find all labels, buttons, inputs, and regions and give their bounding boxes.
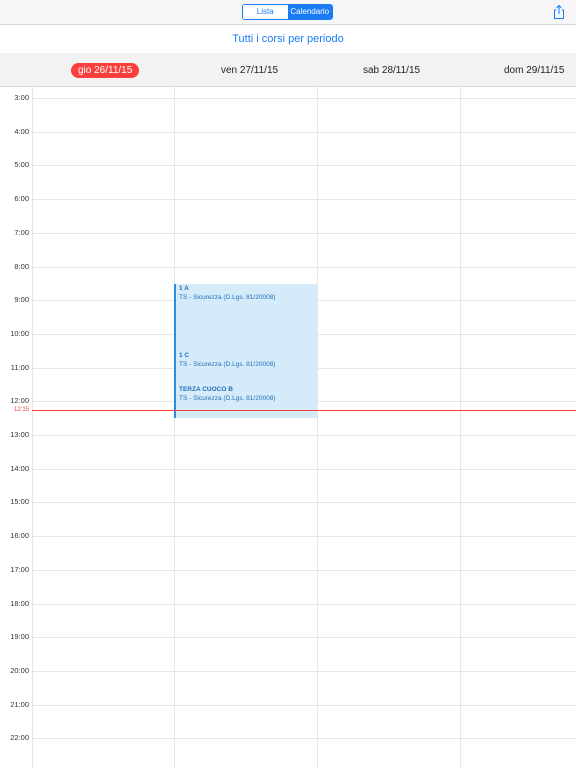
event-title: 1 C [179, 352, 190, 359]
view-segmented-control: Lista Calendario [242, 4, 333, 20]
course-event-block[interactable]: 1 A TS - Sicurezza (D.Lgs. 81/20008) 1 C… [174, 284, 317, 418]
hour-gridline [32, 637, 576, 638]
event-subtitle: TS - Sicurezza (D.Lgs. 81/20008) [179, 395, 276, 402]
hour-gridline [32, 469, 576, 470]
hour-gridline [32, 267, 576, 268]
hour-label: 20:00 [10, 666, 29, 675]
event-subtitle: TS - Sicurezza (D.Lgs. 81/20008) [179, 361, 276, 368]
hour-label: 18:00 [10, 599, 29, 608]
hour-label: 11:00 [10, 363, 29, 372]
hour-label: 22:00 [10, 733, 29, 742]
hour-label: 4:00 [14, 127, 29, 136]
hour-label: 8:00 [14, 262, 29, 271]
calendar-grid[interactable]: 1 A TS - Sicurezza (D.Lgs. 81/20008) 1 C… [0, 87, 576, 768]
hour-label: 7:00 [14, 228, 29, 237]
share-icon[interactable] [551, 4, 567, 20]
hour-gridline [32, 738, 576, 739]
event-title: 1 A [179, 285, 189, 292]
event-item[interactable]: 1 A TS - Sicurezza (D.Lgs. 81/20008) [179, 284, 275, 302]
hour-label: 13:00 [10, 430, 29, 439]
hour-gridline [32, 671, 576, 672]
column-divider [317, 87, 318, 768]
column-divider [32, 87, 33, 768]
hour-label: 21:00 [10, 700, 29, 709]
hour-gridline [32, 536, 576, 537]
hour-label: 15:00 [10, 497, 29, 506]
hour-label: 16:00 [10, 531, 29, 540]
page-title: Tutti i corsi per periodo [0, 25, 576, 53]
hour-gridline [32, 502, 576, 503]
column-divider [460, 87, 461, 768]
hour-label: 12:00 [10, 396, 29, 405]
hour-gridline [32, 132, 576, 133]
hour-gridline [32, 165, 576, 166]
hour-label: 17:00 [10, 565, 29, 574]
hour-label: 5:00 [14, 160, 29, 169]
hour-label: 14:00 [10, 464, 29, 473]
hour-gridline [32, 233, 576, 234]
navigation-bar: Lista Calendario [0, 0, 576, 25]
day-label[interactable]: dom 29/11/15 [504, 63, 564, 78]
segment-calendario[interactable]: Calendario [287, 5, 332, 19]
day-label-today[interactable]: gio 26/11/15 [71, 63, 140, 78]
hour-gridline [32, 570, 576, 571]
hour-label: 19:00 [10, 632, 29, 641]
day-label[interactable]: ven 27/11/15 [221, 63, 278, 78]
event-item[interactable]: TERZA CUOCO B TS - Sicurezza (D.Lgs. 81/… [179, 385, 275, 403]
event-title: TERZA CUOCO B [179, 386, 233, 393]
day-label[interactable]: sab 28/11/15 [363, 63, 420, 78]
column-divider [174, 87, 175, 768]
hour-label: 6:00 [14, 194, 29, 203]
hour-label: 10:00 [10, 329, 29, 338]
event-subtitle: TS - Sicurezza (D.Lgs. 81/20008) [179, 294, 276, 301]
current-time-line [32, 410, 576, 411]
hour-label: 9:00 [14, 295, 29, 304]
event-item[interactable]: 1 C TS - Sicurezza (D.Lgs. 81/20008) [179, 351, 275, 369]
hour-gridline [32, 435, 576, 436]
day-header: gio 26/11/15 ven 27/11/15 sab 28/11/15 d… [0, 53, 576, 87]
hour-gridline [32, 98, 576, 99]
current-time-label: 12:15 [13, 407, 29, 413]
hour-gridline [32, 705, 576, 706]
segment-lista[interactable]: Lista [243, 5, 288, 19]
hour-gridline [32, 199, 576, 200]
hour-label: 3:00 [14, 93, 29, 102]
hour-gridline [32, 604, 576, 605]
